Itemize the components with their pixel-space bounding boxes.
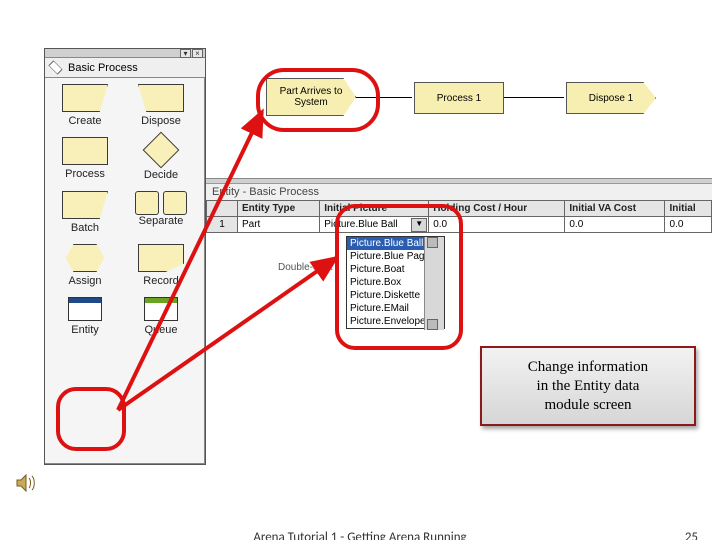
process-shape-icon — [62, 137, 108, 165]
cell-entity-type[interactable]: Part — [238, 217, 320, 233]
palette-item-dispose[interactable]: Dispose — [123, 84, 199, 137]
palette-item-decide[interactable]: Decide — [123, 137, 199, 191]
decide-shape-icon — [143, 132, 180, 169]
assign-shape-icon — [62, 244, 108, 272]
process-block[interactable]: Process 1 — [414, 82, 504, 114]
palette-close-icon[interactable]: × — [192, 49, 203, 58]
palette-item-create[interactable]: Create — [47, 84, 123, 137]
grid-title: Entity - Basic Process — [206, 184, 712, 200]
palette-item-assign[interactable]: Assign — [47, 244, 123, 297]
cell-va-cost[interactable]: 0.0 — [565, 217, 665, 233]
callout-line1: Change information — [492, 358, 684, 377]
cell-initial[interactable]: 0.0 — [665, 217, 712, 233]
slide: ▾ × Basic Process Create Dispose — [0, 0, 720, 540]
row-number[interactable]: 1 — [207, 217, 238, 233]
queue-module-icon — [144, 297, 178, 321]
palette-header: Basic Process — [45, 58, 205, 78]
highlight-ring-dropdown — [335, 204, 463, 350]
double-click-hint: Double-click — [278, 262, 332, 273]
callout-line2: in the Entity data — [492, 377, 684, 396]
col-initial[interactable]: Initial — [665, 201, 712, 217]
highlight-ring-entity-module — [56, 387, 126, 451]
sound-icon — [16, 474, 38, 492]
callout-box: Change information in the Entity data mo… — [480, 346, 696, 426]
palette-title: Basic Process — [68, 62, 138, 74]
palette-item-entity[interactable]: Entity — [47, 297, 123, 346]
callout-line3: module screen — [492, 396, 684, 415]
batch-shape-icon — [62, 191, 108, 219]
connector-2 — [504, 97, 564, 98]
dispose-shape-icon — [138, 84, 184, 112]
highlight-ring-create — [256, 68, 380, 132]
grid-corner — [207, 201, 238, 217]
palette-item-separate[interactable]: Separate — [123, 191, 199, 244]
col-va-cost[interactable]: Initial VA Cost — [565, 201, 665, 217]
palette-top-bar: ▾ × — [45, 49, 205, 58]
record-shape-icon — [138, 244, 184, 272]
dispose-block[interactable]: Dispose 1 — [566, 82, 656, 114]
separate-shape-icon — [123, 191, 199, 215]
palette-item-queue[interactable]: Queue — [123, 297, 199, 346]
create-shape-icon — [62, 84, 108, 112]
palette-item-record[interactable]: Record — [123, 244, 199, 297]
palette-item-process[interactable]: Process — [47, 137, 123, 191]
footer-title: Arena Tutorial 1 - Getting Arena Running — [0, 530, 720, 540]
palette-body: Create Dispose Process Decide — [45, 78, 205, 348]
palette-item-batch[interactable]: Batch — [47, 191, 123, 244]
footer-page-number: 25 — [685, 530, 698, 540]
col-entity-type[interactable]: Entity Type — [238, 201, 320, 217]
palette-min-icon[interactable]: ▾ — [180, 49, 191, 58]
diamond-icon — [48, 60, 62, 74]
entity-module-icon — [68, 297, 102, 321]
